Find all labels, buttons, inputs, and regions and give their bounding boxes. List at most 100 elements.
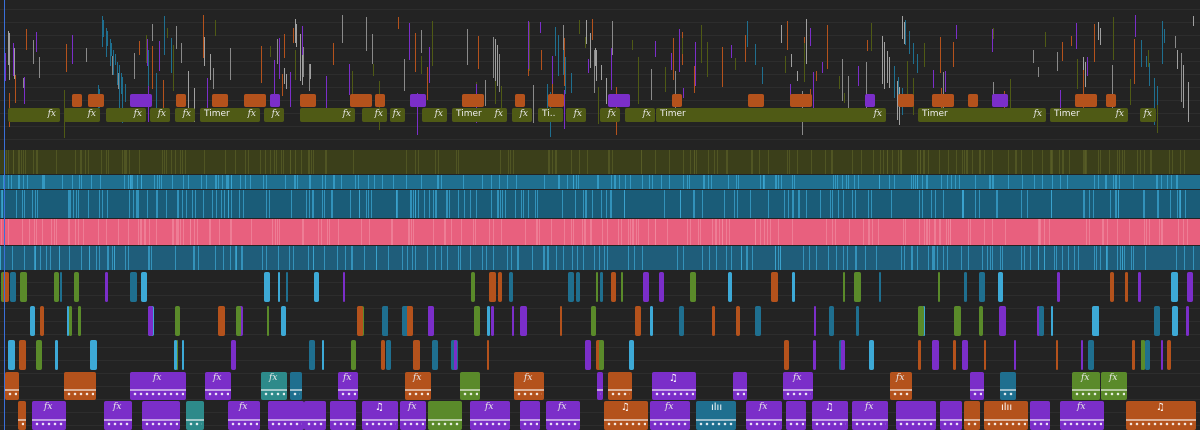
audio-clip[interactable] <box>940 401 962 430</box>
marker-clip[interactable] <box>1075 94 1097 107</box>
sparse-clip[interactable] <box>560 306 562 336</box>
sparse-clip[interactable] <box>1138 272 1141 302</box>
marker-clip[interactable] <box>270 94 280 107</box>
sparse-clip[interactable] <box>231 340 236 370</box>
sparse-clip[interactable] <box>351 340 356 370</box>
sparse-clip[interactable] <box>690 272 696 302</box>
sparse-clip[interactable] <box>278 272 280 302</box>
audio-clip[interactable]: fx <box>852 401 888 430</box>
sparse-clip[interactable] <box>1167 340 1171 370</box>
sparse-clip[interactable] <box>736 306 740 336</box>
sparse-clip[interactable] <box>90 340 97 370</box>
sparse-clip[interactable] <box>635 306 641 336</box>
sparse-clip[interactable] <box>175 306 180 336</box>
sparse-clip[interactable] <box>1186 306 1189 336</box>
sparse-clip[interactable] <box>264 272 270 302</box>
sparse-clip[interactable] <box>286 272 288 302</box>
sparse-clip[interactable] <box>474 306 480 336</box>
sparse-clip[interactable] <box>784 340 789 370</box>
sparse-clip[interactable] <box>471 272 475 302</box>
marker-clip[interactable] <box>515 94 525 107</box>
sparse-clip[interactable] <box>1145 340 1150 370</box>
audio-clip[interactable]: fx <box>130 372 186 400</box>
sparse-clip[interactable] <box>40 306 44 336</box>
sparse-clip[interactable] <box>343 272 345 302</box>
marker-clip[interactable] <box>932 94 954 107</box>
sparse-clip[interactable] <box>712 306 715 336</box>
audio-clip[interactable] <box>268 401 304 430</box>
sparse-clip[interactable] <box>454 340 457 370</box>
sparse-clip[interactable] <box>498 272 502 302</box>
audio-clip[interactable]: fx <box>1072 372 1100 400</box>
fx-clip[interactable]: fx <box>150 108 170 122</box>
sparse-clip[interactable] <box>659 272 664 302</box>
audio-clip[interactable]: fx <box>405 372 431 400</box>
title-clip[interactable]: Timer fx <box>918 108 1046 122</box>
sparse-clip[interactable] <box>8 340 15 370</box>
sparse-clip[interactable] <box>386 340 391 370</box>
sparse-clip[interactable] <box>148 306 153 336</box>
audio-clip[interactable]: ♫ <box>812 401 848 430</box>
sparse-clip[interactable] <box>236 306 241 336</box>
sparse-clip[interactable] <box>1088 340 1094 370</box>
marker-clip[interactable] <box>88 94 104 107</box>
sparse-clip[interactable] <box>1056 340 1058 370</box>
fx-clip[interactable]: fx <box>264 108 284 122</box>
sparse-clip[interactable] <box>314 272 319 302</box>
sparse-clip[interactable] <box>576 272 580 302</box>
sparse-clip[interactable] <box>105 272 108 302</box>
sparse-clip[interactable] <box>984 340 986 370</box>
fx-clip[interactable]: fx <box>300 108 355 122</box>
audio-clip[interactable]: fx <box>783 372 813 400</box>
audio-clip[interactable]: ♫ <box>362 401 398 430</box>
marker-clip[interactable] <box>130 94 152 107</box>
audio-clip[interactable]: fx <box>104 401 132 430</box>
marker-clip[interactable] <box>1106 94 1116 107</box>
audio-clip[interactable] <box>428 401 462 430</box>
audio-clip[interactable]: ılıı <box>696 401 736 430</box>
sparse-clip[interactable] <box>512 306 514 336</box>
sparse-clip[interactable] <box>182 340 184 370</box>
sparse-clip[interactable] <box>19 340 26 370</box>
sparse-clip[interactable] <box>869 340 874 370</box>
fx-clip[interactable]: fx <box>600 108 620 122</box>
audio-clip[interactable] <box>733 372 747 400</box>
audio-clip[interactable] <box>1000 372 1016 400</box>
marker-clip[interactable] <box>410 94 426 107</box>
audio-clip[interactable] <box>64 372 96 400</box>
sparse-clip[interactable] <box>1187 272 1193 302</box>
sparse-clip[interactable] <box>281 306 286 336</box>
sparse-clip[interactable] <box>1132 340 1135 370</box>
sparse-clip[interactable] <box>30 306 35 336</box>
audio-clip[interactable] <box>786 401 806 430</box>
sparse-clip[interactable] <box>74 272 79 302</box>
audio-clip[interactable] <box>142 401 180 430</box>
title-clip[interactable]: Timer fx <box>452 108 507 122</box>
sparse-clip[interactable] <box>487 306 490 336</box>
audio-clip[interactable] <box>520 401 540 430</box>
sparse-clip[interactable] <box>1161 340 1163 370</box>
sparse-clip[interactable] <box>813 340 816 370</box>
sparse-clip[interactable] <box>938 272 940 302</box>
sparse-clip[interactable] <box>67 306 69 336</box>
sparse-clip[interactable] <box>600 272 603 302</box>
marker-clip[interactable] <box>608 94 630 107</box>
sparse-clip[interactable] <box>489 272 496 302</box>
sparse-clip[interactable] <box>841 340 845 370</box>
sparse-clip[interactable] <box>54 272 59 302</box>
sparse-clip[interactable] <box>1039 306 1044 336</box>
sparse-clip[interactable] <box>130 272 137 302</box>
sparse-clip[interactable] <box>629 340 634 370</box>
sparse-clip[interactable] <box>60 272 62 302</box>
sparse-clip[interactable] <box>1110 272 1114 302</box>
audio-clip[interactable]: fx <box>514 372 544 400</box>
marker-clip[interactable] <box>300 94 316 107</box>
marker-clip[interactable] <box>865 94 875 107</box>
sparse-clip[interactable] <box>36 340 42 370</box>
audio-clip[interactable] <box>597 372 603 400</box>
audio-clip[interactable] <box>896 401 936 430</box>
sparse-clip[interactable] <box>1125 272 1128 302</box>
audio-clip[interactable]: fx <box>746 401 782 430</box>
sparse-clip[interactable] <box>932 340 939 370</box>
sparse-clip[interactable] <box>432 340 438 370</box>
